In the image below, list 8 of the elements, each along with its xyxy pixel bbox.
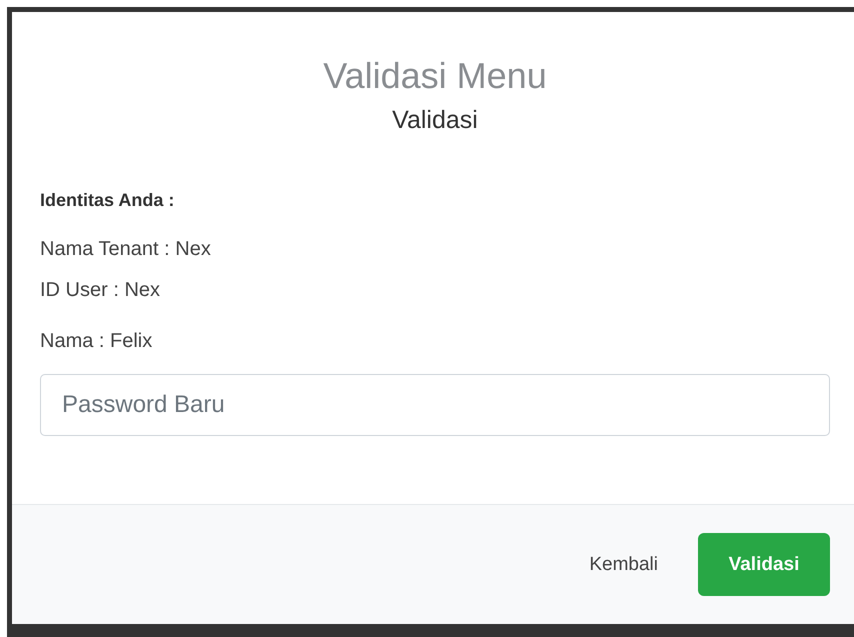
identity-line: ID User : Nex [40, 278, 160, 302]
identity-heading: Identitas Anda : [40, 189, 174, 212]
modal-subtitle: Validasi [392, 105, 478, 136]
password-field[interactable]: Password Baru [40, 374, 830, 436]
modal-title: Validasi Menu [323, 54, 547, 98]
back-button[interactable]: Kembali [571, 544, 676, 586]
name-line: Nama : Felix [40, 329, 152, 353]
identity-line: Nama Tenant : Nex [40, 237, 211, 261]
